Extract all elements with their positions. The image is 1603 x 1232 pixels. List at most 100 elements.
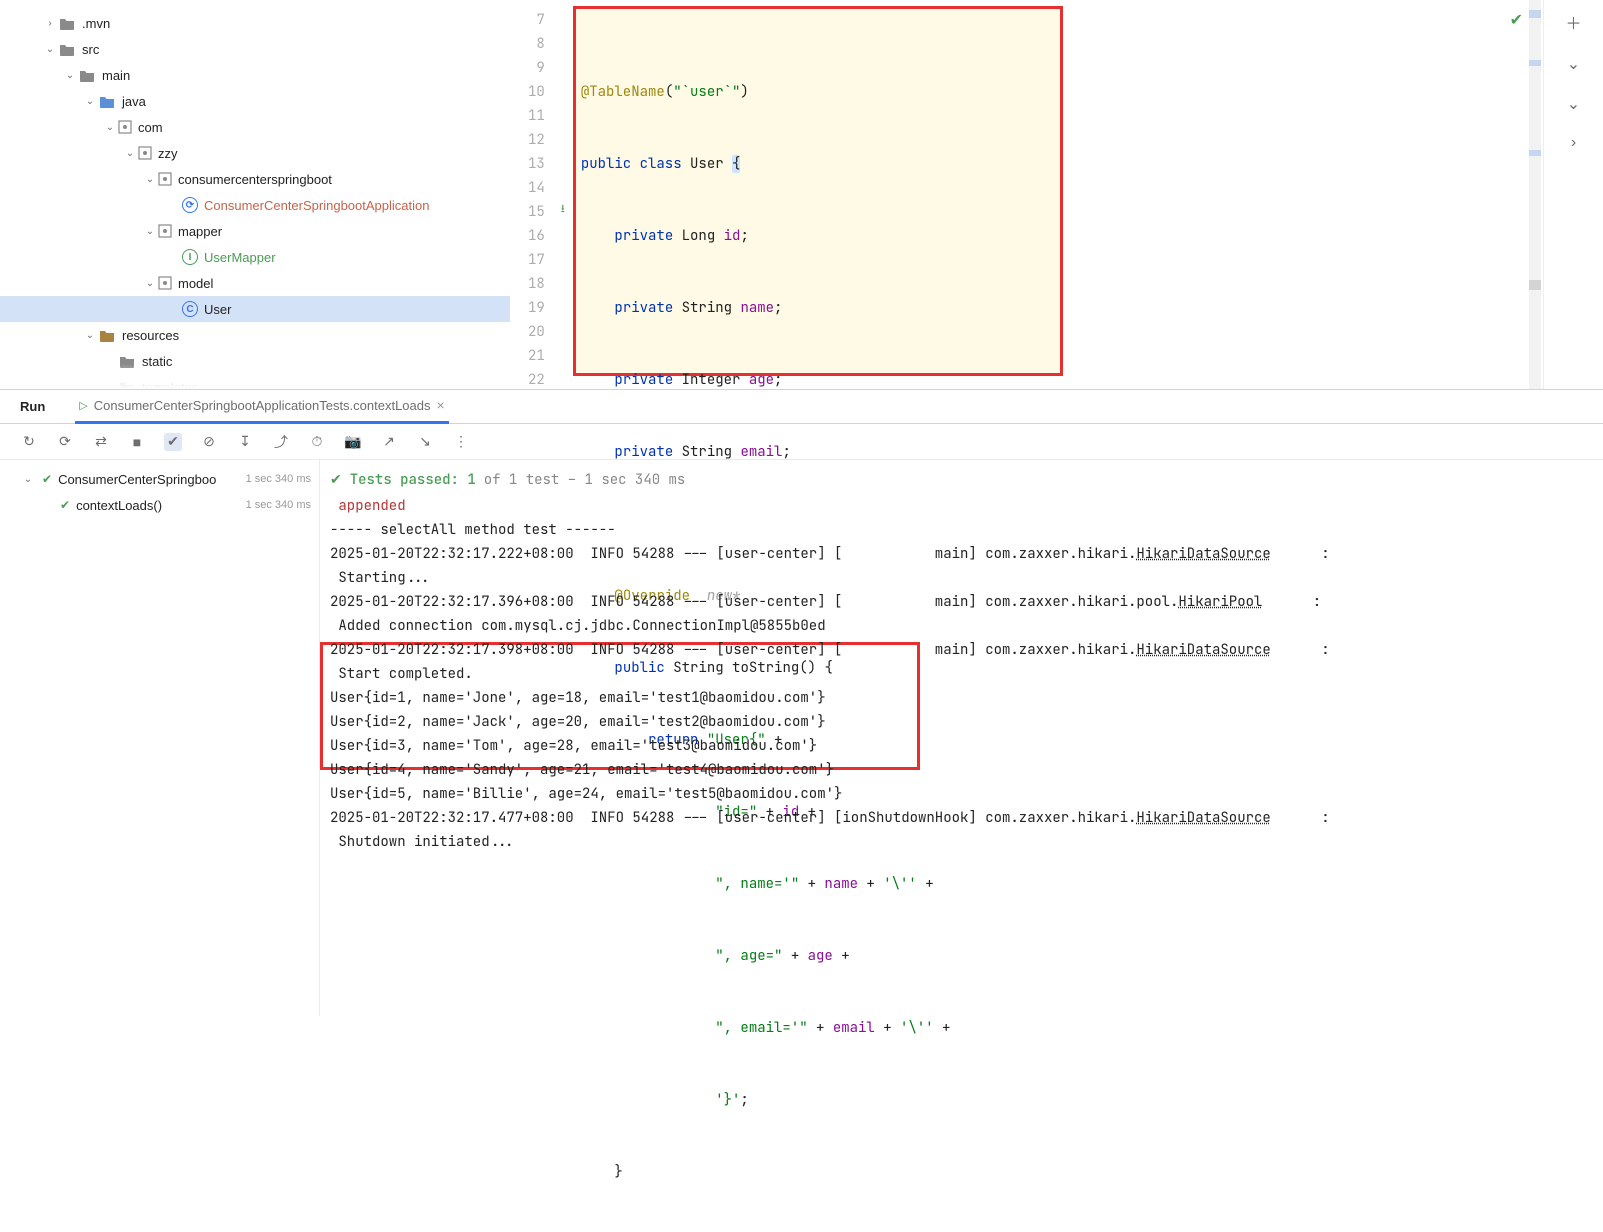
tests-passed-status: ✔ Tests passed: 1 of 1 test – 1 sec 340 … <box>330 466 1603 494</box>
collapse-icon[interactable]: ⤴ <box>272 433 290 451</box>
run-panel-title[interactable]: Run <box>20 399 45 414</box>
tree-label: java <box>122 94 146 109</box>
console-output[interactable]: ✔ Tests passed: 1 of 1 test – 1 sec 340 … <box>320 460 1603 1016</box>
console-line: ----- selectAll method test ------ <box>330 518 1603 542</box>
tree-folder-java[interactable]: ⌄ java <box>0 88 510 114</box>
chevron-down-icon: ⌄ <box>142 278 158 289</box>
tree-label: ConsumerCenterSpringbootApplication <box>204 198 429 213</box>
folder-icon <box>58 40 76 58</box>
folder-icon <box>58 14 76 32</box>
console-line: User{id=5, name='Billie', age=24, email=… <box>330 782 1603 806</box>
interface-icon: I <box>182 249 198 265</box>
rerun-failed-icon[interactable]: ⟳ <box>56 433 74 451</box>
more-icon[interactable]: ⋮ <box>452 433 470 451</box>
folder-icon <box>78 66 96 84</box>
tree-label: model <box>178 276 213 291</box>
test-child-label: contextLoads() <box>76 498 162 513</box>
tree-interface-usermapper[interactable]: I UserMapper <box>0 244 510 270</box>
tree-package-mapper[interactable]: ⌄ mapper <box>0 218 510 244</box>
console-line: User{id=4, name='Sandy', age=21, email='… <box>330 758 1603 782</box>
test-root-label: ConsumerCenterSpringboo <box>58 472 216 487</box>
stop-icon[interactable]: ■ <box>128 433 146 451</box>
line-numbers: 78910111213141516171819202122 <box>510 0 553 389</box>
chevron-down-icon: ⌄ <box>20 474 36 485</box>
tree-folder-resources[interactable]: ⌄ resources <box>0 322 510 348</box>
tree-package-com[interactable]: ⌄ com <box>0 114 510 140</box>
package-icon <box>158 276 172 290</box>
test-root-time: 1 sec 340 ms <box>246 473 311 485</box>
tree-label: mapper <box>178 224 222 239</box>
tree-label: consumercenterspringboot <box>178 172 332 187</box>
tree-label: main <box>102 68 130 83</box>
console-line: Starting... <box>330 566 1603 590</box>
run-config-label: ConsumerCenterSpringbootApplicationTests… <box>94 398 431 413</box>
right-gutter: ＋ ⌄ ⌄ › <box>1543 0 1603 389</box>
tree-label: UserMapper <box>204 250 276 265</box>
chevron-down-icon: ⌄ <box>82 96 98 107</box>
chevron-down-icon: ⌄ <box>82 330 98 341</box>
editor-scrollbar[interactable] <box>1529 0 1541 389</box>
chevron-down-icon[interactable]: ⌄ <box>1567 94 1580 114</box>
package-icon <box>158 172 172 186</box>
console-line: Shutdown initiated... <box>330 830 1603 854</box>
tree-class-application[interactable]: ⟳ ConsumerCenterSpringbootApplication <box>0 192 510 218</box>
code-editor[interactable]: 78910111213141516171819202122 ⭳ @TableNa… <box>510 0 1603 389</box>
project-tree[interactable]: › .mvn ⌄ src ⌄ main ⌄ java ⌄ <box>0 0 510 389</box>
console-line: 2025-01-20T22:32:17.477+08:00 INFO 54288… <box>330 806 1603 830</box>
appended-label: appended <box>338 497 405 515</box>
tree-package-zzy[interactable]: ⌄ zzy <box>0 140 510 166</box>
close-icon[interactable]: × <box>437 397 445 413</box>
console-line: User{id=2, name='Jack', age=20, email='t… <box>330 710 1603 734</box>
tree-label: src <box>82 42 99 57</box>
tree-folder-mvn[interactable]: › .mvn <box>0 10 510 36</box>
console-line: Added connection com.mysql.cj.jdbc.Conne… <box>330 614 1603 638</box>
toggle-auto-icon[interactable]: ⇄ <box>92 433 110 451</box>
tree-label: User <box>204 302 231 317</box>
override-gutter-icon[interactable]: ⭳ <box>553 200 573 224</box>
add-icon[interactable]: ＋ <box>1565 10 1581 34</box>
highlight-annotation-box <box>573 6 1063 376</box>
chevron-down-icon[interactable]: ⌄ <box>1567 54 1580 74</box>
inspection-ok-icon[interactable]: ✔ <box>1510 10 1523 30</box>
tree-class-user[interactable]: C User <box>0 296 510 322</box>
chevron-down-icon: ⌄ <box>42 44 58 55</box>
tree-package-model[interactable]: ⌄ model <box>0 270 510 296</box>
console-line: 2025-01-20T22:32:17.222+08:00 INFO 54288… <box>330 542 1603 566</box>
console-line: User{id=1, name='Jone', age=18, email='t… <box>330 686 1603 710</box>
tree-label: .mvn <box>82 16 110 31</box>
test-run-icon: ▷ <box>79 399 87 412</box>
spring-class-icon: ⟳ <box>182 197 198 213</box>
test-root-row[interactable]: ⌄ ✔ ConsumerCenterSpringboo 1 sec 340 ms <box>0 466 319 492</box>
package-icon <box>158 224 172 238</box>
import-icon[interactable]: ↘ <box>416 433 434 451</box>
sort-icon[interactable]: ↧ <box>236 433 254 451</box>
source-folder-icon <box>98 92 116 110</box>
tree-package-consumer[interactable]: ⌄ consumercenterspringboot <box>0 166 510 192</box>
package-icon <box>118 120 132 134</box>
check-icon: ✔ <box>42 472 52 486</box>
resources-folder-icon <box>98 326 116 344</box>
chevron-down-icon: ⌄ <box>62 70 78 81</box>
test-child-row[interactable]: ✔ contextLoads() 1 sec 340 ms <box>0 492 319 518</box>
tree-label: com <box>138 120 163 135</box>
show-passed-icon[interactable]: ✔ <box>164 433 182 451</box>
tree-label: zzy <box>158 146 178 161</box>
test-tree[interactable]: ⌄ ✔ ConsumerCenterSpringboo 1 sec 340 ms… <box>0 460 320 1016</box>
console-line: Start completed. <box>330 662 1603 686</box>
show-ignored-icon[interactable]: ⊘ <box>200 433 218 451</box>
console-line: 2025-01-20T22:32:17.398+08:00 INFO 54288… <box>330 638 1603 662</box>
console-line: User{id=3, name='Tom', age=28, email='te… <box>330 734 1603 758</box>
chevron-right-icon: › <box>42 18 58 29</box>
test-child-time: 1 sec 340 ms <box>246 499 311 511</box>
history-icon[interactable]: ⏱ <box>308 433 326 451</box>
tree-folder-main[interactable]: ⌄ main <box>0 62 510 88</box>
tree-folder-src[interactable]: ⌄ src <box>0 36 510 62</box>
screenshot-icon[interactable]: 📷 <box>344 433 362 451</box>
rerun-icon[interactable]: ↻ <box>20 433 38 451</box>
more-icon[interactable]: › <box>1571 134 1576 152</box>
check-icon: ✔ <box>60 498 70 512</box>
package-icon <box>138 146 152 160</box>
run-config-tab[interactable]: ▷ ConsumerCenterSpringbootApplicationTes… <box>75 390 448 424</box>
chevron-down-icon: ⌄ <box>142 226 158 237</box>
export-icon[interactable]: ↗ <box>380 433 398 451</box>
